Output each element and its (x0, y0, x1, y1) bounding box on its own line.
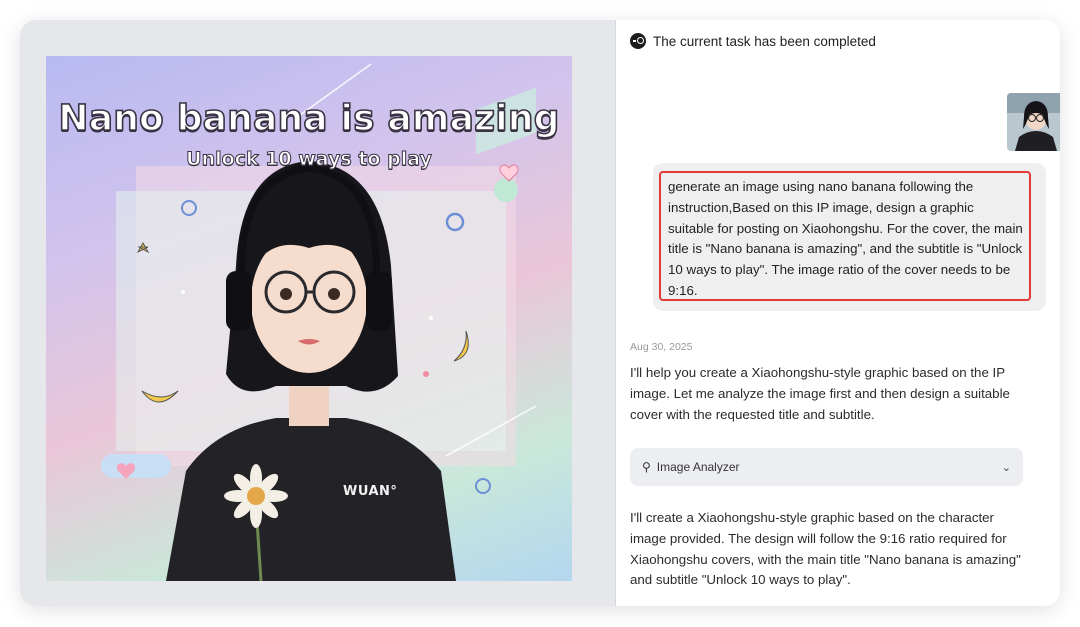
message-timestamp: Aug 30, 2025 (630, 341, 693, 353)
user-message-text: generate an image using nano banana foll… (659, 171, 1031, 301)
attached-image-thumbnail (1007, 93, 1060, 151)
chat-pane: The current task has been completed gene… (617, 20, 1060, 606)
user-attached-image[interactable] (1007, 93, 1060, 151)
search-icon: ⚲ (642, 460, 651, 474)
task-done-icon (630, 33, 646, 49)
assistant-followup-message: I'll create a Xiaohongshu-style graphic … (630, 510, 1021, 588)
generated-cover-image[interactable]: Nano banana is amazing Unlock 10 ways to… (46, 56, 572, 581)
shirt-brand-label: WUAN° (343, 484, 398, 499)
image-analyzer-toggle[interactable]: ⚲ Image Analyzer ⌄ (630, 448, 1023, 486)
user-message-bubble: generate an image using nano banana foll… (653, 163, 1046, 311)
image-preview-pane: Nano banana is amazing Unlock 10 ways to… (20, 20, 616, 606)
cover-subtitle: Unlock 10 ways to play (186, 148, 433, 171)
main-card: Nano banana is amazing Unlock 10 ways to… (20, 20, 1060, 606)
assistant-intro-message: I'll help you create a Xiaohongshu-style… (630, 365, 1010, 422)
tool-label: Image Analyzer (656, 460, 740, 474)
task-status-text: The current task has been completed (653, 33, 876, 49)
chevron-down-icon: ⌄ (1001, 461, 1011, 474)
cover-title: Nano banana is amazing (58, 97, 561, 140)
task-status: The current task has been completed (630, 33, 876, 49)
